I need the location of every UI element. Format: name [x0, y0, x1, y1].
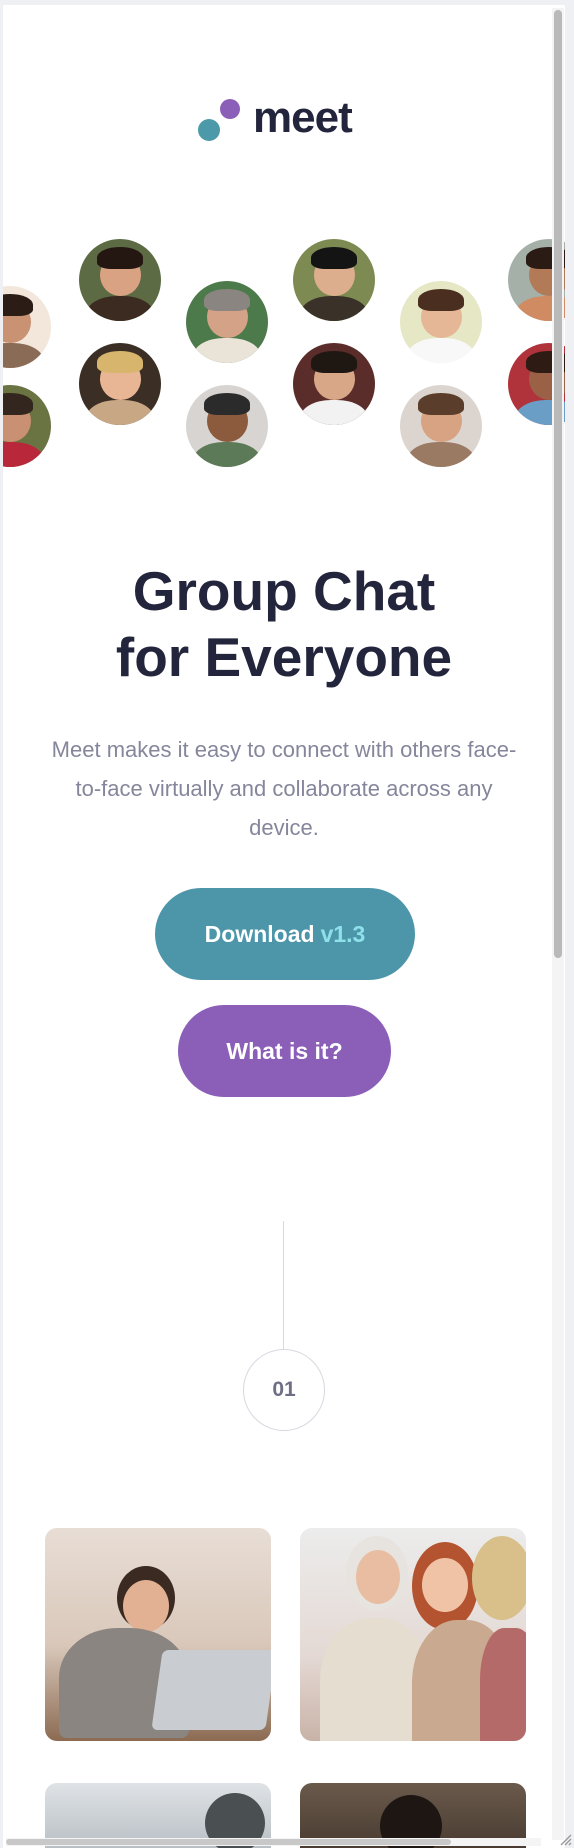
meet-logo[interactable]: meet [198, 93, 388, 149]
vertical-scrollbar-thumb[interactable] [554, 10, 562, 958]
download-button[interactable]: Download v1.3 [155, 888, 415, 980]
avatar-person-1 [3, 286, 51, 368]
avatar-person-6 [186, 385, 268, 467]
hero-title-line-2: for Everyone [115, 626, 453, 688]
vertical-scrollbar[interactable] [552, 8, 564, 1840]
step-number-badge: 01 [243, 1349, 325, 1431]
avatar-person-9 [400, 281, 482, 363]
resize-grip-icon[interactable] [556, 1830, 572, 1846]
avatar-person-7 [293, 239, 375, 321]
photo-woman-laptop [45, 1528, 271, 1741]
download-version: v1.3 [320, 920, 366, 947]
avatar-person-4 [79, 343, 161, 425]
photo-women-phone [300, 1528, 526, 1741]
page-frame: meet Group Chat for Everyone Meet makes … [3, 5, 565, 1848]
avatar-person-8 [293, 343, 375, 425]
avatar-person-2 [79, 239, 161, 321]
hero-title-line-1: Group Chat [132, 560, 436, 622]
logo-dot-purple [220, 99, 240, 119]
what-is-it-button[interactable]: What is it? [178, 1005, 391, 1097]
horizontal-scrollbar-thumb[interactable] [6, 1839, 451, 1845]
horizontal-scrollbar[interactable] [6, 1838, 541, 1846]
section-divider-line [283, 1221, 284, 1349]
avatar-person-10 [400, 385, 482, 467]
hero-title: Group Chat for Everyone [3, 558, 565, 690]
logo-dot-teal [198, 119, 220, 141]
logo-wordmark: meet [253, 93, 353, 142]
download-button-label: Download [204, 920, 315, 947]
avatar-person-5 [186, 281, 268, 363]
hero-description: Meet makes it easy to connect with other… [51, 737, 517, 840]
avatar-person-3 [3, 385, 51, 467]
